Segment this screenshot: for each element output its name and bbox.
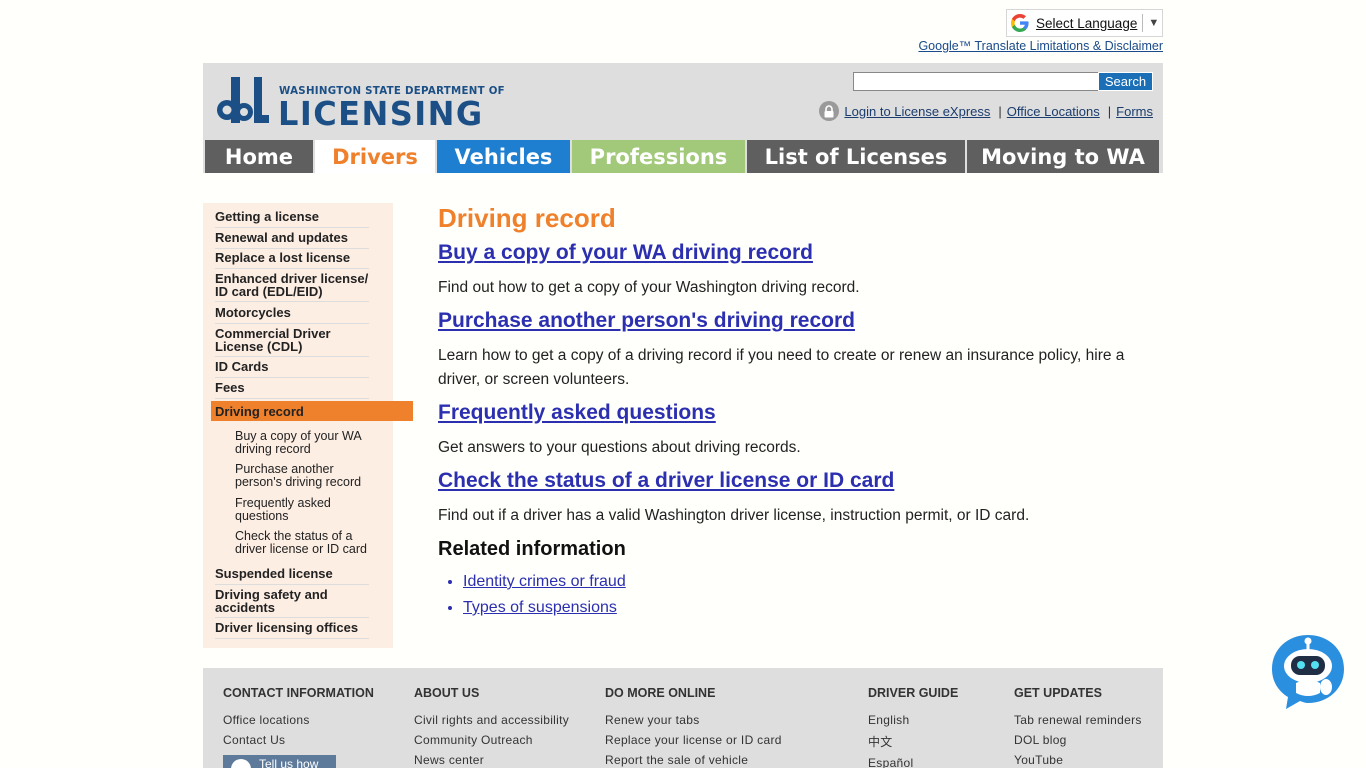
- lock-icon: [819, 101, 840, 121]
- nav-tab-moving-to-wa[interactable]: Moving to WA: [967, 140, 1159, 173]
- forms-link[interactable]: Forms: [1116, 104, 1153, 119]
- nav-tab-professions[interactable]: Professions: [572, 140, 745, 173]
- main-navigation: Home Drivers Vehicles Professions List o…: [203, 140, 1163, 173]
- desc-faq: Get answers to your questions about driv…: [438, 439, 801, 456]
- sidebar-subitem-buy-copy[interactable]: Buy a copy of your WA driving record: [235, 430, 375, 455]
- sidebar-item-id-cards[interactable]: ID Cards: [215, 360, 369, 378]
- footer-heading: ABOUT US: [414, 686, 480, 700]
- link-check-status[interactable]: Check the status of a driver license or …: [438, 469, 894, 493]
- footer-heading: DRIVER GUIDE: [868, 686, 959, 700]
- sidebar-subitem-faq[interactable]: Frequently asked questions: [235, 497, 375, 522]
- google-g-icon: [1011, 14, 1029, 32]
- sidebar-item-driving-record[interactable]: Driving record: [211, 401, 413, 421]
- footer-column-about: ABOUT US Civil rights and accessibility …: [414, 686, 569, 768]
- nav-tab-vehicles[interactable]: Vehicles: [437, 140, 570, 173]
- footer-column-get-updates: GET UPDATES Tab renewal reminders DOL bl…: [1014, 686, 1142, 768]
- language-divider: [1142, 14, 1144, 32]
- link-faq[interactable]: Frequently asked questions: [438, 401, 716, 425]
- link-purchase-another[interactable]: Purchase another person's driving record: [438, 309, 855, 333]
- dol-logo[interactable]: WASHINGTON STATE DEPARTMENT OF LICENSING: [217, 76, 505, 133]
- sidebar-nav: Getting a license Renewal and updates Re…: [203, 203, 413, 648]
- dropdown-arrow-icon[interactable]: ▼: [1148, 17, 1159, 29]
- sidebar-item-cdl[interactable]: Commercial Driver License (CDL): [215, 327, 369, 357]
- footer-link[interactable]: Community Outreach: [414, 733, 569, 747]
- nav-tab-home[interactable]: Home: [205, 140, 313, 173]
- footer-link[interactable]: DOL blog: [1014, 733, 1142, 747]
- separator: |: [1107, 103, 1112, 119]
- sidebar-subitem-check-status[interactable]: Check the status of a driver license or …: [235, 530, 375, 555]
- footer-link[interactable]: English: [868, 713, 958, 727]
- footer-heading: CONTACT INFORMATION: [223, 686, 374, 700]
- related-link-types-of-suspensions[interactable]: Types of suspensions: [463, 599, 617, 616]
- feedback-button[interactable]: Tell us how: [223, 755, 336, 768]
- chatbot-robot-icon: [1272, 635, 1344, 709]
- list-item: Types of suspensions: [463, 599, 626, 617]
- footer-column-contact: CONTACT INFORMATION Office locations Con…: [223, 686, 374, 753]
- sidebar-item-replace-lost[interactable]: Replace a lost license: [215, 251, 369, 269]
- footer-link[interactable]: Civil rights and accessibility: [414, 713, 569, 727]
- footer-link[interactable]: 中文: [868, 733, 958, 750]
- site-header: WASHINGTON STATE DEPARTMENT OF LICENSING…: [203, 63, 1163, 140]
- search-button[interactable]: Search: [1098, 72, 1153, 91]
- sidebar-item-renewal[interactable]: Renewal and updates: [215, 231, 369, 249]
- related-link-identity-crimes[interactable]: Identity crimes or fraud: [463, 573, 626, 590]
- link-buy-copy[interactable]: Buy a copy of your WA driving record: [438, 241, 813, 265]
- sidebar-item-getting-a-license[interactable]: Getting a license: [215, 210, 369, 228]
- desc-check-status: Find out if a driver has a valid Washing…: [438, 507, 1030, 524]
- footer-link[interactable]: Replace your license or ID card: [605, 733, 782, 747]
- related-links-list: Identity crimes or fraud Types of suspen…: [463, 573, 626, 625]
- separator: |: [998, 103, 1002, 119]
- footer-link[interactable]: YouTube: [1014, 753, 1142, 767]
- select-language-widget[interactable]: Select Language ▼: [1006, 9, 1163, 37]
- footer-link[interactable]: Contact Us: [223, 733, 374, 747]
- search-input[interactable]: [853, 72, 1099, 91]
- nav-tab-list-of-licenses[interactable]: List of Licenses: [747, 140, 965, 173]
- footer-heading: GET UPDATES: [1014, 686, 1102, 700]
- sidebar-item-licensing-offices[interactable]: Driver licensing offices: [215, 621, 369, 639]
- related-info-heading: Related information: [438, 538, 626, 560]
- logo-title: LICENSING: [278, 94, 484, 133]
- desc-purchase-another: Learn how to get a copy of a driving rec…: [438, 347, 1125, 388]
- translate-disclaimer-link[interactable]: Google™ Translate Limitations & Disclaim…: [918, 39, 1163, 53]
- login-link[interactable]: Login to License eXpress: [844, 104, 990, 119]
- nav-tab-drivers[interactable]: Drivers: [315, 140, 435, 173]
- sidebar-item-enhanced-license[interactable]: Enhanced driver license/ ID card (EDL/EI…: [215, 272, 369, 302]
- footer-link[interactable]: Report the sale of vehicle: [605, 753, 782, 767]
- feedback-label: Tell us how: [259, 757, 319, 768]
- sidebar-subitem-purchase-another[interactable]: Purchase another person's driving record: [235, 463, 375, 488]
- footer-link[interactable]: Office locations: [223, 713, 374, 727]
- sidebar-item-driving-safety[interactable]: Driving safety and accidents: [215, 588, 369, 618]
- desc-buy-copy: Find out how to get a copy of your Washi…: [438, 279, 860, 296]
- dol-logo-icon: [217, 77, 269, 123]
- chatbot-button[interactable]: [1270, 633, 1346, 711]
- footer-link[interactable]: Tab renewal reminders: [1014, 713, 1142, 727]
- site-footer: CONTACT INFORMATION Office locations Con…: [203, 668, 1163, 768]
- feedback-icon: [231, 759, 251, 768]
- sidebar-item-fees[interactable]: Fees: [215, 381, 369, 399]
- office-locations-link[interactable]: Office Locations: [1007, 104, 1100, 119]
- footer-column-driver-guide: DRIVER GUIDE English 中文 Español: [868, 686, 958, 768]
- footer-link[interactable]: Renew your tabs: [605, 713, 782, 727]
- page-title: Driving record: [438, 203, 616, 233]
- list-item: Identity crimes or fraud: [463, 573, 626, 591]
- footer-link[interactable]: Español: [868, 756, 958, 768]
- footer-heading: DO MORE ONLINE: [605, 686, 716, 700]
- select-language-label[interactable]: Select Language: [1036, 16, 1137, 31]
- sidebar-item-motorcycles[interactable]: Motorcycles: [215, 306, 369, 324]
- sidebar-item-suspended[interactable]: Suspended license: [215, 567, 369, 585]
- utility-links: Login to License eXpress | Office Locati…: [819, 101, 1153, 121]
- footer-link[interactable]: News center: [414, 753, 569, 767]
- footer-column-do-more: DO MORE ONLINE Renew your tabs Replace y…: [605, 686, 782, 768]
